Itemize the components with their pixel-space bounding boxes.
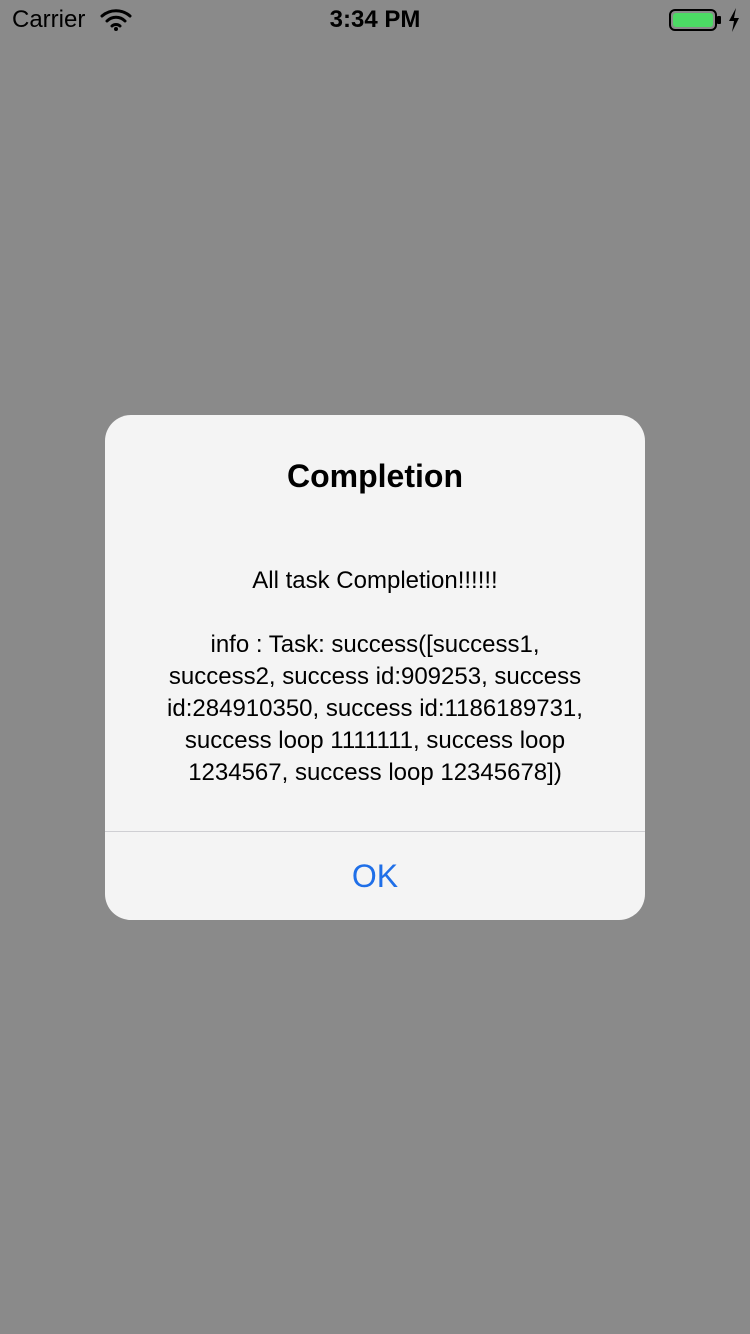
alert-title: Completion	[287, 458, 463, 494]
status-time: 3:34 PM	[329, 6, 421, 33]
battery-icon	[669, 9, 721, 31]
status-bar: Carrier 3:34 PM	[0, 0, 750, 40]
alert-message: All task Completion!!!!!! info : Task: s…	[167, 567, 583, 786]
ok-button[interactable]: OK	[105, 832, 645, 920]
bolt-icon	[729, 8, 739, 32]
alert-dialog: Completion All task Completion!!!!!! inf…	[105, 415, 645, 920]
